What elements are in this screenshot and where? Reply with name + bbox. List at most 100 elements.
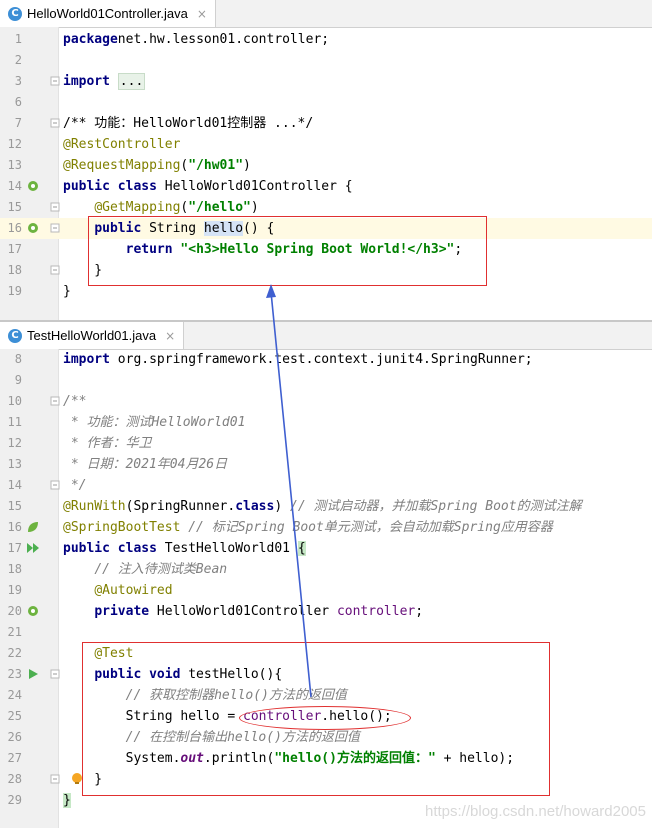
code-line[interactable]: 15 @GetMapping("/hello") xyxy=(0,197,652,218)
code-line[interactable]: 10 /** xyxy=(0,391,652,412)
code-line[interactable]: 12 * 作者：华卫 xyxy=(0,433,652,454)
code-text: // 注入待测试类Bean xyxy=(63,559,227,580)
code-text: import org.springframework.test.context.… xyxy=(63,349,533,370)
fold-marker-icon[interactable] xyxy=(50,76,60,86)
code-token: "hello()方法的返回值：" xyxy=(274,751,436,766)
code-line[interactable]: 26 // 在控制台输出hello()方法的返回值 xyxy=(0,727,652,748)
code-line[interactable]: 6 xyxy=(0,92,652,113)
code-line[interactable]: 1 packagenet.hw.lesson01.controller; xyxy=(0,29,652,50)
code-line[interactable]: 14 public class HelloWorld01Controller { xyxy=(0,176,652,197)
tab-label: HelloWorld01Controller.java xyxy=(27,6,188,21)
tab-testhelloworld01[interactable]: C TestHelloWorld01.java × xyxy=(0,322,185,349)
code-line[interactable]: 13 @RequestMapping("/hw01") xyxy=(0,155,652,176)
code-token: * 功能：测试HelloWorld01 xyxy=(63,415,246,430)
line-number: 18 xyxy=(7,562,22,576)
code-line[interactable]: 28 } xyxy=(0,769,652,790)
code-line[interactable]: 21 xyxy=(0,622,652,643)
fold-marker-icon[interactable] xyxy=(50,202,60,212)
code-text: public class HelloWorld01Controller { xyxy=(63,176,353,197)
line-number: 15 xyxy=(7,200,22,214)
code-line[interactable]: 19} xyxy=(0,281,652,302)
code-line[interactable]: 11 * 功能：测试HelloWorld01 xyxy=(0,412,652,433)
code-line[interactable]: 9 xyxy=(0,370,652,391)
code-line[interactable]: 18 } xyxy=(0,260,652,281)
code-token: HelloWorld01Controller { xyxy=(156,179,353,194)
code-token: /** xyxy=(63,394,87,409)
code-line[interactable]: 27 System.out.println("hello()方法的返回值：" +… xyxy=(0,748,652,769)
code-text: @SpringBootTest // 标记Spring Boot单元测试，会自动… xyxy=(63,517,553,538)
line-number: 7 xyxy=(14,116,22,130)
code-token: @GetMapping xyxy=(94,200,181,215)
spring-leaf-icon[interactable] xyxy=(27,521,39,533)
line-number: 14 xyxy=(7,478,22,492)
code-text: @RunWith(SpringRunner.class) // 测试启动器，并加… xyxy=(63,496,582,517)
line-number: 10 xyxy=(7,394,22,408)
line-number: 9 xyxy=(14,373,22,387)
code-line[interactable]: 15 @RunWith(SpringRunner.class) // 测试启动器，… xyxy=(0,496,652,517)
code-token: } xyxy=(63,772,103,787)
code-token: public void xyxy=(94,667,181,682)
fold-marker-icon[interactable] xyxy=(50,480,60,490)
fold-marker-icon[interactable] xyxy=(50,223,60,233)
code-line[interactable]: 22 @Test xyxy=(0,643,652,664)
code-line[interactable]: 2 xyxy=(0,50,652,71)
code-text: import ... xyxy=(63,71,146,92)
fold-marker-icon[interactable] xyxy=(50,265,60,275)
code-token: out xyxy=(180,751,204,766)
code-text: // 在控制台输出hello()方法的返回值 xyxy=(63,727,360,748)
code-token: * 作者：华卫 xyxy=(63,436,152,451)
line-number: 23 xyxy=(7,667,22,681)
code-line[interactable]: 3 import ... xyxy=(0,71,652,92)
code-text: @RequestMapping("/hw01") xyxy=(63,155,251,176)
watermark: https://blog.csdn.net/howard2005 xyxy=(425,803,646,820)
code-token: } xyxy=(63,793,71,808)
highlight-ellipse-controller-call xyxy=(239,706,411,730)
fold-marker-icon[interactable] xyxy=(50,774,60,784)
spring-bean-icon[interactable] xyxy=(27,605,39,617)
code-token: "/hello" xyxy=(188,200,251,215)
fold-marker-icon[interactable] xyxy=(50,118,60,128)
code-token: * 日期：2021年04月26日 xyxy=(63,457,228,472)
code-token: String hello = xyxy=(63,709,244,724)
line-number: 29 xyxy=(7,793,22,807)
run-gutter-icon[interactable] xyxy=(27,668,39,680)
fold-marker-icon[interactable] xyxy=(50,669,60,679)
code-line[interactable]: 16 public String hello() { xyxy=(0,218,652,239)
code-text: * 作者：华卫 xyxy=(63,433,152,454)
code-line[interactable]: 17 public class TestHelloWorld01 { xyxy=(0,538,652,559)
close-icon[interactable]: × xyxy=(197,7,207,21)
code-line[interactable]: 16 @SpringBootTest // 标记Spring Boot单元测试，会… xyxy=(0,517,652,538)
code-text: public String hello() { xyxy=(63,218,274,239)
code-text: /** xyxy=(63,391,86,412)
code-line[interactable]: 23 public void testHello(){ xyxy=(0,664,652,685)
code-token: { xyxy=(297,541,306,556)
code-line[interactable]: 18 // 注入待测试类Bean xyxy=(0,559,652,580)
close-icon[interactable]: × xyxy=(165,329,175,343)
code-token: @RestController xyxy=(63,137,181,152)
line-number: 3 xyxy=(14,74,22,88)
code-line[interactable]: 24 // 获取控制器hello()方法的返回值 xyxy=(0,685,652,706)
spring-bean-icon[interactable] xyxy=(27,222,39,234)
code-line[interactable]: 8 import org.springframework.test.context… xyxy=(0,349,652,370)
tab-helloworld01controller[interactable]: C HelloWorld01Controller.java × xyxy=(0,0,216,27)
tab-bar: C HelloWorld01Controller.java × xyxy=(0,0,652,28)
code-line[interactable]: 14 */ xyxy=(0,475,652,496)
fold-marker-icon[interactable] xyxy=(50,396,60,406)
code-line[interactable]: 13 * 日期：2021年04月26日 xyxy=(0,454,652,475)
tab-label: TestHelloWorld01.java xyxy=(27,328,157,343)
code-line[interactable]: 7 /** 功能：HelloWorld01控制器 ...*/ xyxy=(0,113,652,134)
code-line[interactable]: 19 @Autowired xyxy=(0,580,652,601)
code-text: return "<h3>Hello Spring Boot World!</h3… xyxy=(63,239,463,260)
spring-bean-icon[interactable] xyxy=(27,180,39,192)
code-token: System. xyxy=(63,751,181,766)
code-line[interactable]: 20 private HelloWorld01Controller contro… xyxy=(0,601,652,622)
code-line[interactable]: 12 @RestController xyxy=(0,134,652,155)
run-all-tests-icon[interactable] xyxy=(27,542,39,554)
line-number: 8 xyxy=(14,352,22,366)
code-line[interactable]: 17 return "<h3>Hello Spring Boot World!<… xyxy=(0,239,652,260)
line-number: 15 xyxy=(7,499,22,513)
